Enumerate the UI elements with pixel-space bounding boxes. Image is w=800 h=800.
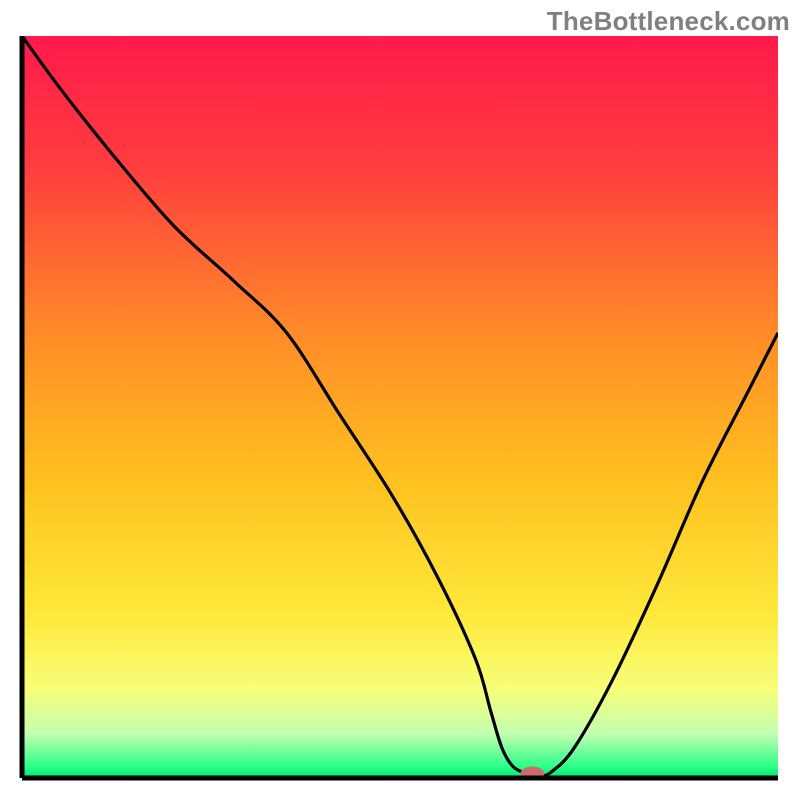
chart-stage: TheBottleneck.com <box>0 0 800 800</box>
chart-svg <box>0 0 800 800</box>
watermark-text: TheBottleneck.com <box>547 6 790 37</box>
gradient-background <box>22 36 778 778</box>
